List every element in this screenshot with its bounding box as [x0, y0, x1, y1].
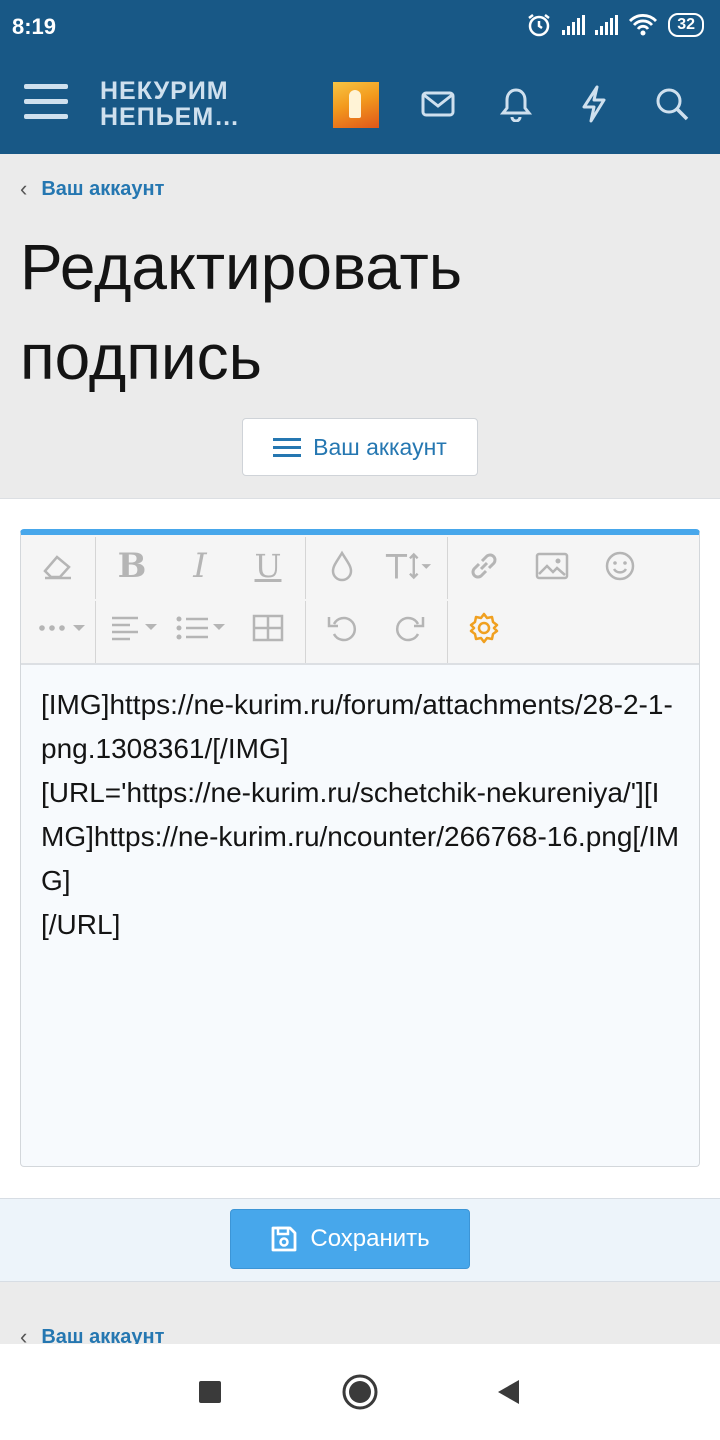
logo-line2: НЕПЬЕМ… [100, 103, 241, 131]
undo-icon[interactable] [317, 603, 367, 653]
menu-icon[interactable] [24, 84, 68, 122]
bell-icon[interactable] [494, 82, 538, 126]
account-menu-label: Ваш аккаунт [313, 433, 447, 460]
signature-editor: B I U [IMG]https://ne-kurim.ru/forum/att… [20, 529, 700, 1167]
chevron-left-icon: ‹ [20, 176, 28, 201]
smiley-icon[interactable] [595, 541, 645, 591]
logo-line1: НЕКУРИМ [100, 77, 229, 105]
signal-icon-2 [595, 15, 619, 35]
color-drop-icon[interactable] [317, 541, 367, 591]
italic-icon[interactable]: I [175, 541, 225, 591]
editor-toolbar: B I U [21, 535, 699, 665]
save-icon [271, 1226, 297, 1252]
save-button-label: Сохранить [310, 1225, 430, 1252]
alarm-icon [528, 14, 550, 37]
breadcrumb-link[interactable]: Ваш аккаунт [41, 178, 164, 201]
site-logo[interactable]: НЕКУРИМ НЕПЬЕМ… [100, 78, 240, 130]
wifi-icon [629, 14, 658, 36]
battery-icon: 32 [668, 13, 704, 37]
status-icons: 32 [526, 12, 704, 38]
align-icon[interactable] [107, 603, 163, 653]
mail-icon[interactable] [416, 82, 460, 126]
settings-icon[interactable] [459, 603, 509, 653]
save-button[interactable]: Сохранить [230, 1209, 470, 1269]
link-icon[interactable] [459, 541, 509, 591]
back-icon[interactable] [488, 1372, 528, 1412]
system-nav-bar [0, 1344, 720, 1440]
list-icon [273, 433, 302, 462]
list-icon[interactable] [173, 603, 231, 653]
signature-text-area[interactable]: [IMG]https://ne-kurim.ru/forum/attachmen… [41, 683, 681, 947]
search-icon[interactable] [650, 82, 694, 126]
lightning-icon[interactable] [572, 82, 616, 126]
eraser-icon[interactable] [33, 541, 83, 591]
underline-icon[interactable]: U [243, 541, 293, 591]
account-menu-button[interactable]: Ваш аккаунт [242, 418, 478, 476]
signal-icon [562, 15, 586, 35]
home-icon[interactable] [340, 1372, 380, 1412]
status-time: 8:19 [12, 14, 57, 39]
bold-icon[interactable]: B [107, 541, 157, 591]
redo-icon[interactable] [385, 603, 435, 653]
user-avatar[interactable] [333, 82, 379, 128]
recents-icon[interactable] [190, 1372, 230, 1412]
status-bar: 8:19 32 [0, 0, 720, 56]
text-size-icon[interactable] [383, 541, 433, 591]
more-icon[interactable] [35, 603, 91, 653]
breadcrumb[interactable]: ‹ Ваш аккаунт [20, 176, 164, 202]
page-title: Редактировать подпись [20, 231, 463, 393]
app-header: НЕКУРИМ НЕПЬЕМ… [0, 56, 720, 154]
image-icon[interactable] [527, 541, 577, 591]
form-submit-bar: Сохранить [0, 1198, 720, 1282]
table-icon[interactable] [243, 603, 293, 653]
signature-form: B I U [IMG]https://ne-kurim.ru/forum/att… [0, 498, 720, 1198]
